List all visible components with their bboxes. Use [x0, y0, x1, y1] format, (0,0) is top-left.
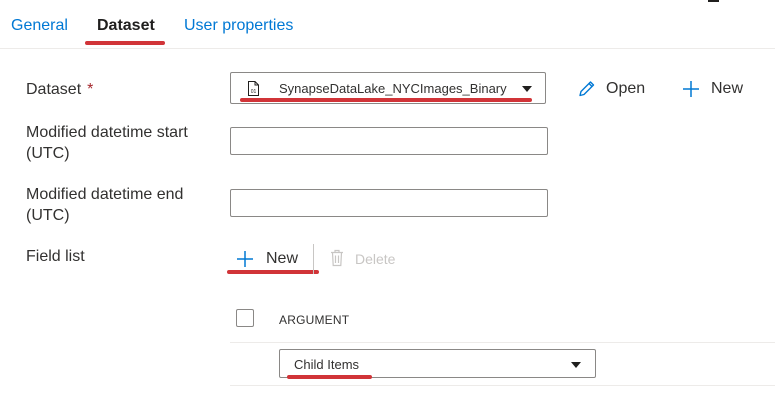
chevron-down-icon — [522, 86, 532, 92]
modified-end-input[interactable] — [230, 189, 548, 217]
active-tab-highlight — [85, 41, 165, 45]
field-list-new-label: New — [266, 250, 299, 267]
dataset-highlight-underline — [240, 98, 532, 102]
modified-end-label-line1: Modified datetime end — [26, 186, 184, 203]
plus-icon — [683, 81, 699, 97]
select-all-checkbox[interactable] — [236, 309, 254, 327]
tab-general[interactable]: General — [11, 16, 68, 36]
argument-column-header: ARGUMENT — [279, 313, 350, 327]
modified-start-label-line1: Modified datetime start — [26, 124, 188, 141]
svg-text:01: 01 — [251, 89, 257, 95]
dataset-selected-value: SynapseDataLake_NYCImages_Binary — [279, 81, 507, 96]
toolbar-separator — [313, 244, 314, 274]
pencil-icon — [579, 81, 595, 97]
modified-end-label: Modified datetime end (UTC) — [26, 184, 183, 226]
field-list-delete-button[interactable]: Delete — [355, 250, 395, 268]
modified-start-label-line2: (UTC) — [26, 145, 70, 162]
required-mark: * — [87, 81, 94, 98]
new-dataset-button[interactable]: New — [682, 79, 743, 99]
field-list-new-highlight — [227, 270, 319, 274]
field-list-new-button[interactable]: New — [236, 249, 298, 269]
open-dataset-button[interactable]: Open — [578, 79, 645, 99]
field-list-label: Field list — [26, 248, 85, 265]
table-row-divider — [230, 385, 775, 386]
table-header-divider — [230, 342, 775, 343]
argument-highlight-underline — [287, 375, 372, 379]
chevron-down-icon — [571, 362, 581, 368]
binary-file-icon: 01 — [248, 81, 259, 96]
trash-icon — [331, 249, 343, 267]
modified-start-input[interactable] — [230, 127, 548, 155]
modified-end-label-line2: (UTC) — [26, 207, 70, 224]
argument-dropdown[interactable]: Child Items — [279, 349, 596, 378]
tab-user-properties[interactable]: User properties — [184, 16, 293, 36]
plus-icon — [237, 251, 253, 267]
open-label: Open — [606, 80, 646, 97]
argument-selected-value: Child Items — [294, 357, 360, 372]
tab-divider — [0, 48, 775, 49]
modified-start-label: Modified datetime start (UTC) — [26, 122, 188, 164]
dataset-label: Dataset * — [26, 79, 93, 100]
tab-dataset[interactable]: Dataset — [97, 16, 155, 36]
dataset-label-text: Dataset — [26, 81, 82, 98]
window-corner-mark — [708, 0, 719, 2]
new-dataset-label: New — [711, 80, 744, 97]
